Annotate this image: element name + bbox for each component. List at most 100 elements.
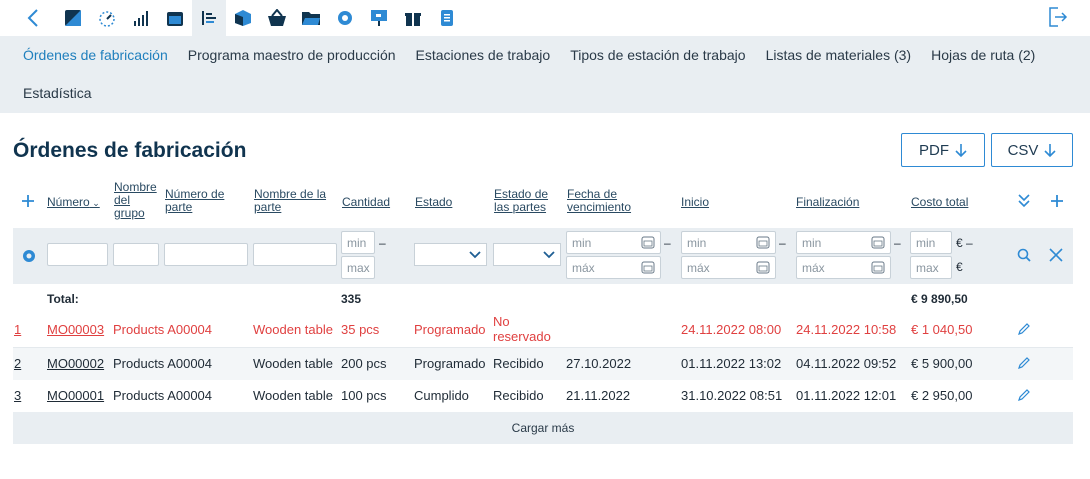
edit-pencil-icon[interactable] (1017, 388, 1031, 402)
filter-estado-select[interactable] (414, 243, 487, 266)
row-vencimiento: 27.10.2022 (566, 356, 632, 371)
row-index[interactable]: 1 (14, 322, 21, 337)
dashboard-icon[interactable] (56, 0, 90, 36)
bar-chart-icon[interactable] (124, 0, 158, 36)
filter-placeholder: máx (802, 261, 825, 275)
header-parte-num[interactable]: Número de parte (165, 188, 235, 214)
filter-placeholder: máx (687, 261, 710, 275)
subnav-listas[interactable]: Listas de materiales (3) (766, 47, 912, 63)
filter-costo-max[interactable]: max (910, 256, 952, 279)
row-finalizacion: 04.11.2022 09:52 (796, 356, 897, 371)
header-estado[interactable]: Estado (415, 196, 452, 209)
range-dash: – (664, 236, 671, 250)
row-cantidad: 100 pcs (341, 388, 387, 403)
settings-gear-icon[interactable] (22, 249, 36, 263)
filter-cantidad-min[interactable]: min (341, 231, 375, 254)
table-header: Número ⌄ Nombre del grupo Número de part… (13, 171, 1073, 228)
subnav-programa[interactable]: Programa maestro de producción (188, 47, 396, 63)
header-estado-partes[interactable]: Estado de las partes (494, 188, 556, 214)
header-numero[interactable]: Número ⌄ (47, 196, 100, 210)
row-inicio: 31.10.2022 08:51 (681, 388, 783, 403)
table-row[interactable]: 3 MO00001 Products A00004 Wooden table 1… (13, 380, 1073, 412)
range-dash: – (379, 236, 386, 250)
row-estado: Cumplido (414, 388, 469, 403)
subnav-hojas[interactable]: Hojas de ruta (2) (931, 47, 1035, 63)
filter-parte-num-input[interactable] (164, 243, 248, 266)
row-costo: € 1 040,50 (911, 322, 973, 337)
calendar-icon[interactable] (756, 236, 770, 249)
filter-costo-min[interactable]: min (910, 231, 952, 254)
box-icon[interactable] (226, 0, 260, 36)
search-icon[interactable] (1017, 248, 1031, 262)
filter-numero-input[interactable] (47, 243, 108, 266)
header-vencimiento[interactable]: Fecha de vencimiento (567, 188, 647, 214)
header-parte-nombre[interactable]: Nombre de la parte (254, 188, 334, 214)
calendar-icon[interactable] (158, 0, 192, 36)
gift-icon[interactable] (396, 0, 430, 36)
double-chevron-down-icon[interactable] (1017, 193, 1031, 209)
row-index[interactable]: 2 (14, 356, 21, 371)
calendar-icon[interactable] (641, 261, 655, 274)
row-numero-link[interactable]: MO00003 (47, 322, 104, 337)
row-parte-num: Products A00004 (113, 356, 213, 371)
row-inicio: 24.11.2022 08:00 (681, 322, 782, 337)
logout-icon[interactable] (1048, 6, 1068, 31)
basket-icon[interactable] (260, 0, 294, 36)
filter-cantidad-max[interactable]: max (341, 256, 375, 279)
document-icon[interactable] (430, 0, 464, 36)
orders-table: Número ⌄ Nombre del grupo Número de part… (13, 171, 1073, 444)
add-row-icon[interactable] (21, 194, 35, 208)
close-icon[interactable] (1049, 248, 1063, 262)
row-parte-num: Products A00004 (113, 322, 213, 337)
row-parte-nombre: Wooden table (253, 322, 333, 337)
header-finalizacion[interactable]: Finalización (796, 196, 859, 209)
row-finalizacion: 01.11.2022 12:01 (796, 388, 897, 403)
gear-icon[interactable] (328, 0, 362, 36)
presentation-icon[interactable] (362, 0, 396, 36)
row-costo: € 2 950,00 (911, 388, 973, 403)
filter-placeholder: min (572, 236, 592, 250)
calendar-icon[interactable] (641, 236, 655, 249)
row-numero-link[interactable]: MO00002 (47, 356, 104, 371)
row-estado: Programado (414, 356, 486, 371)
table-row[interactable]: 1 MO00003 Products A00004 Wooden table 3… (13, 312, 1073, 348)
add-column-icon[interactable] (1050, 194, 1064, 208)
row-numero-link[interactable]: MO00001 (47, 388, 104, 403)
calendar-icon[interactable] (871, 236, 885, 249)
header-cantidad[interactable]: Cantidad (342, 196, 390, 209)
subnav-ordenes[interactable]: Órdenes de fabricación (23, 47, 168, 63)
filter-placeholder: min (802, 236, 822, 250)
header-grupo[interactable]: Nombre del grupo (114, 181, 162, 220)
filter-parte-nombre-input[interactable] (253, 243, 337, 266)
back-icon[interactable] (22, 6, 44, 30)
load-more-button[interactable]: Cargar más (13, 412, 1073, 444)
row-cantidad: 200 pcs (341, 356, 387, 371)
table-row[interactable]: 2 MO00002 Products A00004 Wooden table 2… (13, 348, 1073, 380)
euro-symbol: € (956, 260, 963, 274)
calendar-icon[interactable] (871, 261, 885, 274)
header-inicio[interactable]: Inicio (681, 196, 709, 209)
gauge-icon[interactable] (90, 0, 124, 36)
subnav-estaciones[interactable]: Estaciones de trabajo (416, 47, 551, 63)
folder-icon[interactable] (294, 0, 328, 36)
header-costo[interactable]: Costo total (911, 196, 968, 209)
total-row: Total: 335 € 9 890,50 (13, 284, 1073, 312)
row-cantidad: 35 pcs (341, 322, 380, 337)
pdf-export-button[interactable]: PDF (901, 133, 985, 167)
row-estado-partes: No reservado (493, 314, 551, 344)
subnav-tipos[interactable]: Tipos de estación de trabajo (570, 47, 745, 63)
calendar-icon[interactable] (756, 261, 770, 274)
range-dash: – (966, 236, 973, 250)
sub-navigation: Órdenes de fabricación Programa maestro … (0, 36, 1090, 113)
euro-symbol: € (956, 236, 963, 250)
csv-export-button[interactable]: CSV (991, 133, 1073, 167)
edit-pencil-icon[interactable] (1017, 356, 1031, 370)
production-icon[interactable] (192, 0, 226, 36)
pdf-label: PDF (919, 141, 949, 159)
row-index[interactable]: 3 (14, 388, 21, 403)
row-costo: € 5 900,00 (911, 356, 973, 371)
edit-pencil-icon[interactable] (1017, 322, 1031, 336)
subnav-estadistica[interactable]: Estadística (23, 85, 91, 101)
filter-grupo-input[interactable] (113, 243, 159, 266)
filter-estado-partes-select[interactable] (493, 243, 561, 266)
